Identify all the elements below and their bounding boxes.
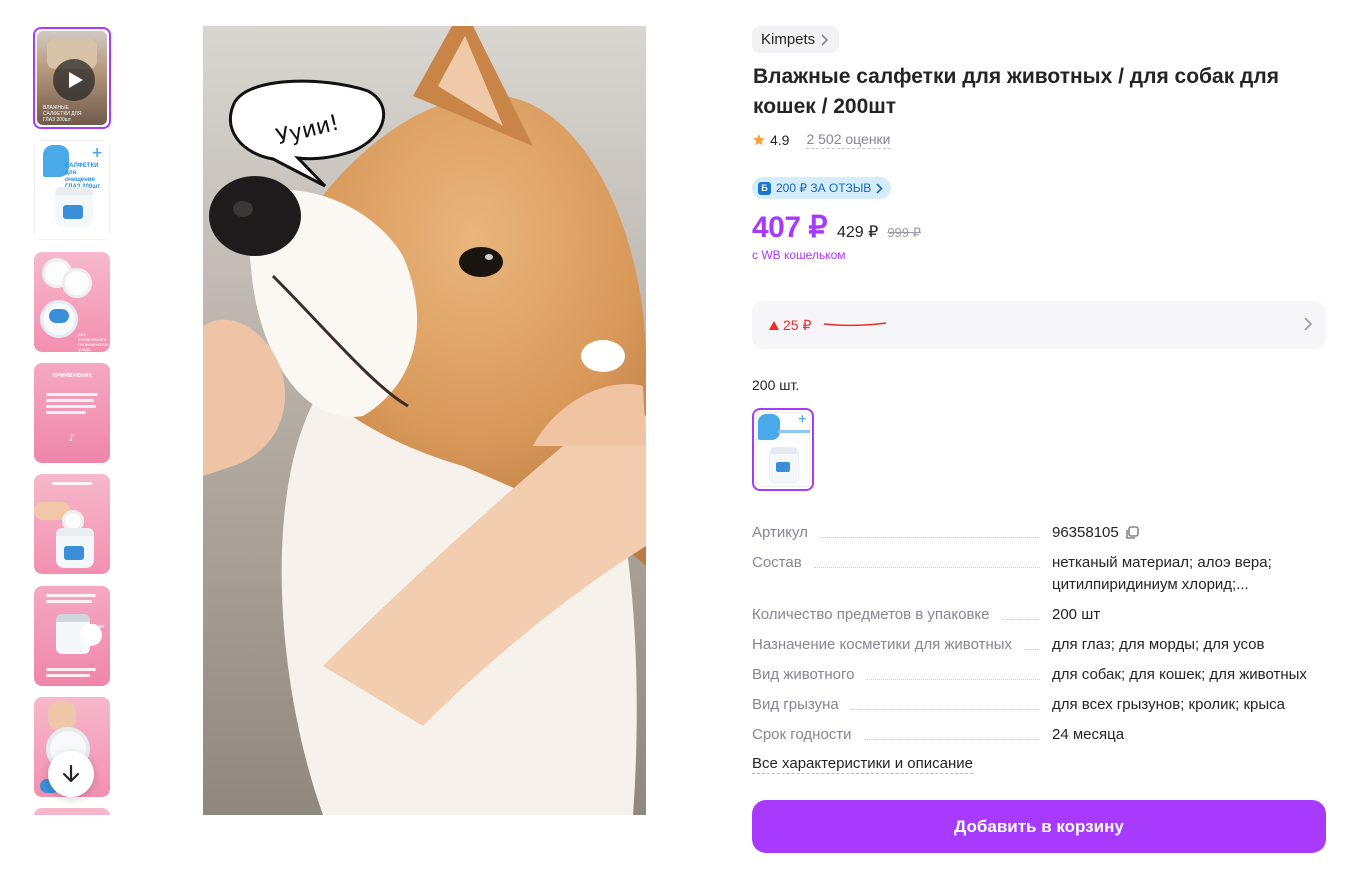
- thumbnail-product[interactable]: + САЛФЕТКИ для очищения ГЛАЗ 200шт: [34, 140, 110, 240]
- chevron-right-icon: [876, 182, 883, 194]
- regular-price: 429 ₽: [836, 224, 879, 241]
- thumbnail-caption: ПРИМЕНЕНИЕ: [52, 373, 92, 379]
- thumbnail-strip: ВЛАЖНЫЕ САЛФЕТКИ ДЛЯ ГЛАЗ 200шт + САЛФЕТ…: [33, 27, 111, 815]
- thumbnail-hand[interactable]: [34, 474, 110, 574]
- review-bonus-text: 200 ₽ ЗА ОТЗЫВ: [776, 181, 872, 195]
- rating-score: 4.9: [770, 132, 790, 148]
- copy-icon[interactable]: [1125, 526, 1139, 540]
- spec-value: 200 шт: [1052, 606, 1101, 623]
- spec-row-quantity: Количество предметов в упаковке 200 шт: [752, 604, 1326, 626]
- specs-table: Артикул 96358105 Состав нетканый материа…: [752, 522, 1326, 754]
- thumbnail-jar[interactable]: 200шт: [34, 586, 110, 686]
- spec-name: Состав: [752, 554, 802, 571]
- spec-name: Количество предметов в упаковке: [752, 606, 990, 623]
- all-characteristics-link[interactable]: Все характеристики и описание: [752, 755, 973, 774]
- scroll-down-button[interactable]: [48, 751, 94, 797]
- price-change-value: 25 ₽: [783, 316, 812, 333]
- spec-value: для глаз; для морды; для усов: [1052, 636, 1265, 653]
- thumbnail-more[interactable]: [34, 808, 110, 815]
- variant-option-200[interactable]: +: [752, 408, 814, 491]
- play-icon[interactable]: [53, 59, 95, 101]
- star-icon: [753, 134, 765, 146]
- brand-name: Kimpets: [761, 31, 816, 48]
- thumbnail-caption: 200шт: [86, 624, 105, 630]
- spec-row-purpose: Назначение косметики для животных для гл…: [752, 634, 1326, 656]
- spec-row-animal: Вид животного для собак; для кошек; для …: [752, 664, 1326, 686]
- spec-name: Вид грызуна: [752, 696, 839, 713]
- thumbnail-caption: для ежедневного гигиенического ухода: [78, 332, 110, 352]
- old-price: 999 ₽: [887, 225, 921, 240]
- spec-value: для всех грызунов; кролик; крыса: [1052, 696, 1285, 713]
- spec-name: Вид животного: [752, 666, 855, 683]
- thumbnail-instructions[interactable]: ПРИМЕНЕНИЕ ♪: [34, 363, 110, 463]
- spec-value: для собак; для кошек; для животных: [1052, 666, 1307, 683]
- price-change: 25 ₽: [769, 317, 811, 334]
- brand-link[interactable]: Kimpets: [752, 26, 840, 53]
- spec-row-article: Артикул 96358105: [752, 522, 1326, 544]
- spec-row-composition: Состав нетканый материал; алоэ вера; цит…: [752, 552, 1326, 596]
- spec-value: 24 месяца: [1052, 726, 1125, 743]
- chevron-right-icon: [1304, 317, 1312, 331]
- spec-value: нетканый материал; алоэ вера;: [1052, 554, 1272, 571]
- spec-name: Артикул: [752, 524, 808, 541]
- thumbnail-caption: ВЛАЖНЫЕ САЛФЕТКИ ДЛЯ ГЛАЗ 200шт: [43, 105, 82, 123]
- review-bonus-badge[interactable]: Б 200 ₽ ЗА ОТЗЫВ: [752, 177, 892, 199]
- spec-value-continued: цитилпиридиниум хлорид;...: [1052, 576, 1249, 593]
- rating-block: 4.9 2 502 оценки: [752, 131, 891, 149]
- add-to-cart-button[interactable]: Добавить в корзину: [752, 800, 1326, 853]
- arrow-down-icon: [62, 764, 80, 783]
- spec-name: Назначение косметики для животных: [752, 636, 1013, 653]
- wallet-note[interactable]: с WB кошельком: [752, 248, 846, 262]
- price-row: 407 ₽ 429 ₽ 999 ₽: [752, 210, 921, 245]
- chevron-right-icon: [821, 33, 829, 46]
- triangle-up-icon: [769, 320, 779, 330]
- thumbnail-video[interactable]: ВЛАЖНЫЕ САЛФЕТКИ ДЛЯ ГЛАЗ 200шт: [33, 27, 111, 129]
- price-history-button[interactable]: 25 ₽: [752, 301, 1326, 349]
- thumbnail-pads[interactable]: для ежедневного гигиенического ухода: [34, 252, 110, 352]
- spec-row-rodent: Вид грызуна для всех грызунов; кролик; к…: [752, 694, 1326, 716]
- spec-name: Срок годности: [752, 726, 852, 743]
- dog-photo: Ууии!: [203, 26, 646, 815]
- spec-value: 96358105: [1052, 524, 1119, 541]
- reviews-count-link[interactable]: 2 502 оценки: [806, 131, 891, 149]
- variant-label: 200 шт.: [752, 377, 800, 393]
- product-title: Влажные салфетки для животных / для соба…: [753, 65, 1279, 118]
- wallet-price: 407 ₽: [752, 211, 827, 244]
- main-video[interactable]: Ууии!: [203, 26, 646, 815]
- price-sparkline: [824, 322, 887, 327]
- spec-row-shelf-life: Срок годности 24 месяца: [752, 724, 1326, 746]
- bonus-icon: Б: [758, 181, 771, 195]
